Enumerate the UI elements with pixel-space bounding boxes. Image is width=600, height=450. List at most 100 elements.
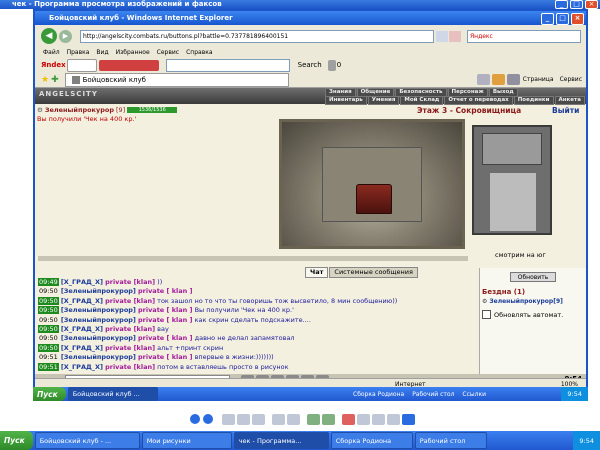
info-icon[interactable]: ⚙	[37, 106, 43, 114]
add-favorite-icon[interactable]: ✚	[51, 75, 59, 85]
chat-nick[interactable]: [X_ГРАД_X]	[61, 297, 103, 305]
chat-nick[interactable]: [Зеленыйпрокурор]	[61, 334, 136, 342]
nav-skills[interactable]: Умения	[367, 96, 400, 105]
yandex-logo[interactable]: Яndex	[41, 61, 66, 69]
prev-image-icon[interactable]	[190, 414, 200, 424]
zoom-in-icon[interactable]	[272, 413, 285, 425]
minimize-button[interactable]: _	[555, 0, 568, 9]
toolbar-buttons-strip[interactable]	[98, 59, 159, 71]
inner-toolbar-desktop[interactable]: Рабочий стол	[412, 391, 454, 398]
task-combats[interactable]: Бойцовский клуб - ...	[34, 431, 140, 450]
toolbar-search-button[interactable]: Search	[298, 61, 322, 69]
chat-private-tag[interactable]: private [ klan ]	[138, 353, 193, 361]
game-logo: ANGELSCITY	[39, 90, 98, 98]
chat-nick[interactable]: [X_ГРАД_X]	[61, 363, 103, 371]
task-image-viewer[interactable]: чек - Программа...	[233, 431, 329, 450]
back-icon[interactable]: ◀	[41, 28, 57, 44]
tab-chat[interactable]: Чат	[305, 267, 329, 278]
tab-system-messages[interactable]: Системные сообщения	[329, 267, 418, 278]
menu-help[interactable]: Справка	[186, 49, 212, 56]
chat-nick[interactable]: [X_ГРАД_X]	[61, 344, 103, 352]
help-icon[interactable]	[402, 413, 415, 425]
nav-inventory[interactable]: Инвентарь	[325, 96, 367, 105]
tab-combats[interactable]: Бойцовский клуб	[64, 72, 289, 87]
chat-private-tag[interactable]: private [klan]	[105, 344, 155, 352]
chat-text: как скрин сделать подскажите....	[194, 315, 311, 324]
start-button[interactable]: Пуск	[0, 431, 33, 450]
task-my-pictures[interactable]: Мои рисунки	[141, 431, 232, 450]
chat-private-tag[interactable]: private [ klan ]	[138, 334, 193, 342]
inner-toolbar-sborka[interactable]: Сборка Родиона	[353, 391, 404, 398]
location-player[interactable]: ⚙ Зеленыйпрокурор[9]	[482, 298, 563, 305]
task-sborka[interactable]: Сборка Родиона	[330, 431, 413, 450]
chat-nick[interactable]: [Зеленыйпрокурор]	[61, 287, 136, 295]
best-fit-icon[interactable]	[222, 413, 235, 425]
nav-warehouse[interactable]: Мой Склад	[400, 96, 444, 105]
mail-icon[interactable]	[327, 59, 336, 71]
refresh-icon[interactable]	[436, 30, 448, 42]
actual-size-icon[interactable]	[237, 413, 250, 425]
menu-favorites[interactable]: Избранное	[116, 49, 150, 56]
treasure-chest[interactable]	[356, 184, 392, 214]
chat-private-tag[interactable]: private [ klan ]	[138, 316, 193, 324]
navigation-controls[interactable]	[482, 133, 542, 165]
rotate-ccw-icon[interactable]	[322, 413, 335, 425]
chat-nick[interactable]: [X_ГРАД_X]	[61, 325, 103, 333]
menu-file[interactable]: Файл	[43, 49, 60, 56]
yandex-search-box[interactable]: Яндекс	[467, 29, 581, 43]
forward-icon[interactable]: ▶	[59, 29, 72, 43]
inner-toolbar-links[interactable]: Ссылки	[462, 391, 486, 398]
close-file-icon[interactable]	[387, 413, 400, 425]
chat-private-tag[interactable]: private [ klan ]	[138, 306, 193, 314]
toolbar-search-input[interactable]	[165, 58, 290, 72]
page-menu[interactable]: Страница	[523, 76, 554, 83]
home-icon[interactable]	[476, 74, 490, 85]
chat-nick[interactable]: [Зеленыйпрокурор]	[61, 306, 136, 314]
toolbar-dropdown[interactable]	[66, 58, 97, 72]
chat-nick[interactable]: [Зеленыйпрокурор]	[61, 316, 136, 324]
chat-private-tag[interactable]: private [klan]	[105, 325, 155, 333]
location-panel: Обновить Бездна (1) ⚙ Зеленыйпрокурор[9]…	[479, 268, 586, 376]
chat-private-tag[interactable]: private [klan]	[105, 297, 155, 305]
feeds-icon[interactable]	[491, 74, 505, 85]
chat-private-tag[interactable]: private [ klan ]	[138, 287, 193, 295]
address-bar[interactable]: http://angelscity.combats.ru/buttons.pl?…	[80, 29, 434, 43]
chat-nick[interactable]: [X_ГРАД_X]	[61, 278, 103, 286]
print-image-icon[interactable]	[357, 413, 370, 425]
close-button[interactable]: ×	[585, 0, 598, 9]
player-name[interactable]: Зеленыйпрокурор	[45, 106, 114, 114]
zoom-out-icon[interactable]	[287, 413, 300, 425]
refresh-button[interactable]: Обновить	[510, 272, 556, 282]
slideshow-icon[interactable]	[252, 413, 265, 425]
auto-refresh-checkbox[interactable]	[482, 310, 491, 319]
delete-icon[interactable]	[342, 413, 355, 425]
tools-menu[interactable]: Сервис	[560, 76, 582, 83]
chat-nick[interactable]: [Зеленыйпрокурор]	[61, 353, 136, 361]
favorites-star-icon[interactable]: ★	[41, 75, 49, 85]
nav-transfers[interactable]: Отчет о переводах	[444, 96, 513, 105]
maximize-button[interactable]: □	[570, 0, 583, 9]
copy-icon[interactable]	[372, 413, 385, 425]
menu-edit[interactable]: Правка	[67, 49, 90, 56]
ie-maximize-button[interactable]: □	[556, 13, 569, 25]
task-desktop[interactable]: Рабочий стол	[414, 431, 487, 450]
nav-profile[interactable]: Анкета	[554, 96, 585, 105]
ie-minimize-button[interactable]: _	[541, 13, 554, 25]
inner-start-button[interactable]: Пуск	[33, 387, 66, 401]
ie-close-button[interactable]: ×	[571, 13, 584, 25]
exit-link[interactable]: Выйти	[552, 106, 579, 115]
location-title: Бездна (1)	[482, 288, 526, 296]
rotate-cw-icon[interactable]	[307, 413, 320, 425]
menu-view[interactable]: Вид	[96, 49, 108, 56]
stop-icon[interactable]	[449, 30, 461, 42]
print-icon[interactable]	[506, 74, 520, 85]
nav-battles[interactable]: Поединки	[513, 96, 554, 105]
menu-tools[interactable]: Сервис	[157, 49, 179, 56]
location-player-name[interactable]: Зеленыйпрокурор[9]	[489, 298, 563, 305]
chat-private-tag[interactable]: private [klan]	[105, 278, 155, 286]
next-image-icon[interactable]	[203, 414, 213, 424]
chat-time: 09:50	[38, 306, 59, 315]
inner-task-combats[interactable]: Бойцовский клуб ...	[67, 387, 158, 401]
dungeon-view[interactable]	[279, 119, 465, 249]
chat-private-tag[interactable]: private [klan]	[105, 363, 155, 371]
